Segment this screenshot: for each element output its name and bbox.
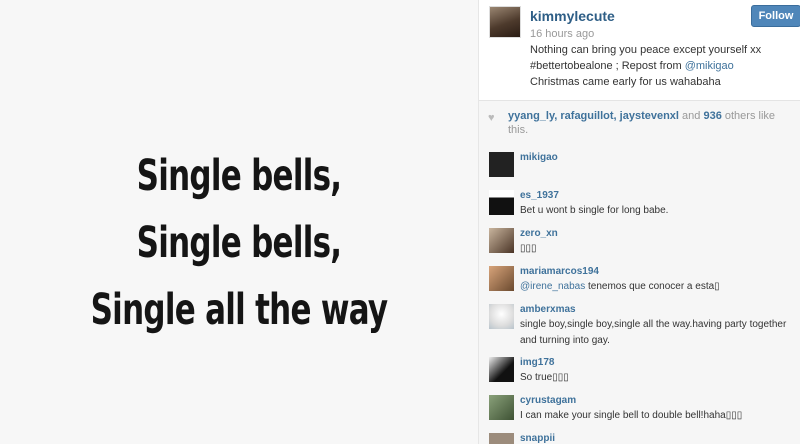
follow-button[interactable]: Follow (751, 5, 800, 27)
avatar[interactable] (489, 395, 514, 420)
comment-username[interactable]: img178 (520, 357, 554, 368)
post-sidebar: kimmylecute 16 hours ago Nothing can bri… (478, 0, 800, 444)
comment-text-rest: tenemos que conocer a esta▯ (585, 281, 720, 292)
likes-bar: ♥ yyang_ly, rafaguillot, jaystevenxl and… (479, 100, 800, 146)
photo-text: Single bells, Single bells, Single all t… (0, 143, 478, 344)
comment-text: single boy,single boy,single all the way… (520, 319, 787, 346)
post-caption: Nothing can bring you peace except yours… (530, 42, 770, 90)
comment-username[interactable]: snappii (520, 433, 555, 444)
likes-text: yyang_ly, rafaguillot, jaystevenxl and 9… (508, 109, 778, 137)
avatar[interactable] (489, 357, 514, 382)
comment-text: I can make your single bell to double be… (520, 410, 743, 421)
comment-username[interactable]: es_1937 (520, 190, 559, 201)
comment-mention[interactable]: @irene_nabas (520, 281, 585, 292)
comment-text: @irene_nabas tenemos que conocer a esta▯ (520, 279, 790, 295)
post-header: kimmylecute 16 hours ago Nothing can bri… (479, 0, 800, 100)
comments-list[interactable]: mikigao es_1937 Bet u wont b single for … (479, 145, 800, 444)
avatar[interactable] (489, 190, 514, 215)
comment-username[interactable]: amberxmas (520, 304, 576, 315)
owner-username[interactable]: kimmylecute (530, 8, 615, 24)
avatar[interactable] (489, 152, 514, 177)
photo-line-3: Single all the way (90, 285, 389, 335)
heart-icon[interactable]: ♥ (488, 112, 495, 124)
comment-username[interactable]: zero_xn (520, 228, 558, 239)
comment-username[interactable]: mikigao (520, 152, 558, 163)
photo-line-2: Single bells, (136, 218, 342, 268)
photo-line-1: Single bells, (136, 151, 342, 201)
comment-username[interactable]: mariamarcos194 (520, 266, 599, 277)
comment-username[interactable]: cyrustagam (520, 395, 576, 406)
comment-text: So true▯▯▯ (520, 372, 569, 383)
comment-text: ▯▯▯ (520, 243, 537, 254)
likes-and: and (678, 110, 704, 122)
post-time: 16 hours ago (530, 28, 595, 40)
avatar[interactable] (489, 304, 514, 329)
owner-avatar[interactable] (489, 6, 521, 38)
avatar[interactable] (489, 433, 514, 444)
likes-count[interactable]: 936 (703, 110, 721, 122)
comment-text: Bet u wont b single for long babe. (520, 205, 669, 216)
avatar[interactable] (489, 266, 514, 291)
likes-users[interactable]: yyang_ly, rafaguillot, jaystevenxl (508, 110, 679, 122)
caption-rest: Christmas came early for us wahabaha (530, 76, 721, 88)
caption-mention[interactable]: @mikigao (685, 60, 734, 72)
avatar[interactable] (489, 228, 514, 253)
post-photo[interactable]: Single bells, Single bells, Single all t… (0, 0, 478, 444)
